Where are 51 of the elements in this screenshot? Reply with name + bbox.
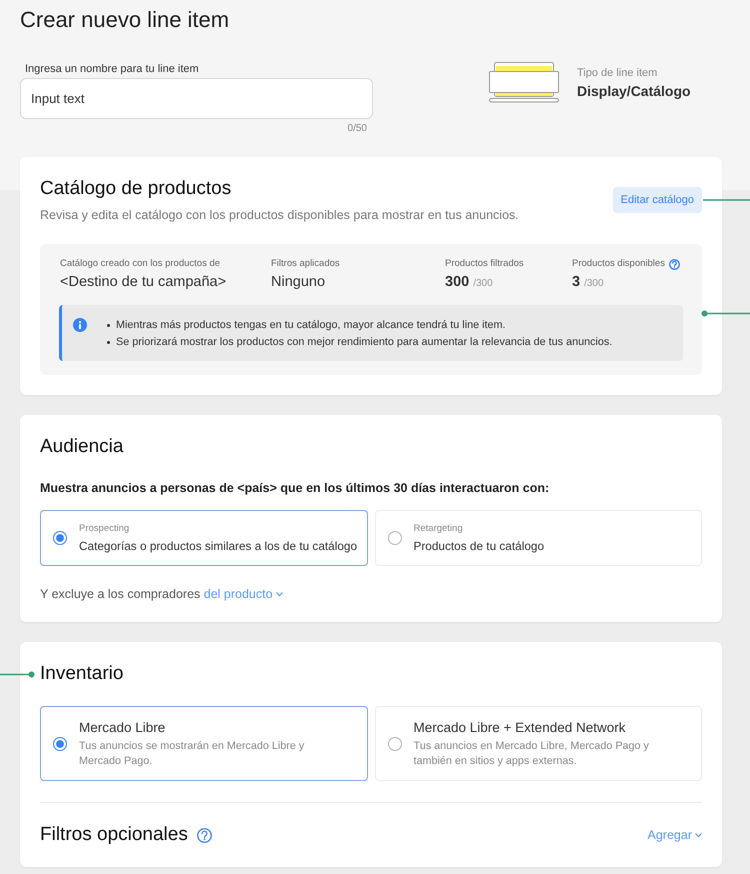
leader-line [703,198,750,202]
laptop-icon [489,62,559,103]
option-text: Categorías o productos similares a los de tu catálogo [79,538,358,554]
stat-label: Productos disponibles [572,258,665,270]
help-icon [196,828,212,842]
type-value: Display/Catálogo [577,82,691,100]
section-title: Catálogo de productos [40,177,232,201]
caret-icon [695,833,702,838]
option-card[interactable]: Mercado Libre Tus anuncios se mostrarán en Mercado Libre y Mercado Pago. [40,706,368,781]
character-counter: 0/50 [346,122,368,136]
stat-value: 3 [572,273,580,291]
option-card[interactable]: Retargeting Productos de tu catálogo [374,510,702,566]
radio-button[interactable] [388,531,402,545]
section-title: Filtros opcionales [40,823,188,847]
section-title: Audiencia [40,435,124,459]
stat-value: Ninguno [271,273,326,291]
option-description: Tus anuncios en Mercado Libre, Mercado Pago y también en sitios y apps externas. [414,738,650,768]
radio-button[interactable] [53,736,67,750]
stat-total: /300 [473,278,493,289]
field-label: Ingresa un nombre para tu line item [24,62,200,76]
leader-line [0,671,35,678]
caret-icon [276,592,283,598]
option-text: Productos de tu catálogo [414,538,544,554]
stat-label: Productos filtrados [445,258,524,270]
exclusion-text: Y excluye a los compradores del producto [40,586,702,602]
stat-value: <Destino de tu campaña> [60,273,226,291]
type-label: Tipo de line item [577,66,658,80]
option-title: Mercado Libre + Extended Network [414,718,626,736]
info-text: Se priorizará mostrar los productos con mejor rendimiento para aumentar la relevancia de tus anuncios. [116,335,612,350]
radio-button[interactable] [388,736,402,750]
page-title: Crear nuevo line item [20,6,230,34]
info-text: Mientras más productos tengas en tu catálogo, mayor alcance tendrá tu line item. [116,318,506,333]
bullet-icon [107,341,110,344]
stat-total: /300 [584,278,604,289]
option-label: Prospecting [79,522,130,534]
option-title: Mercado Libre [79,718,166,736]
option-card[interactable]: Mercado Libre + Extended Network Tus anuncios en Mercado Libre, Mercado Pago y también en sitios y apps externas. [374,706,702,781]
option-description: Tus anuncios se mostrarán en Mercado Libre y Mercado Pago. [79,738,306,768]
radio-button[interactable] [53,531,67,545]
audience-prompt: Muestra anuncios a personas de <país> que en los últimos 30 días interactuaron con: [40,480,550,496]
section-title: Inventario [40,662,124,686]
stat-label: Filtros aplicados [271,258,340,270]
option-label: Retargeting [414,522,464,534]
option-card[interactable]: Prospecting Categorías o productos similares a los de tu catálogo [40,510,368,566]
name-input[interactable]: Input text [20,78,373,119]
leader-line [701,310,750,317]
section-description: Revisa y edita el catálogo con los productos disponibles para mostrar en tus anuncios. [40,207,519,223]
stat-value: 300 [445,273,470,291]
info-icon [73,318,87,332]
stat-label: Catálogo creado con los productos de [60,258,220,270]
bullet-icon [107,324,110,327]
